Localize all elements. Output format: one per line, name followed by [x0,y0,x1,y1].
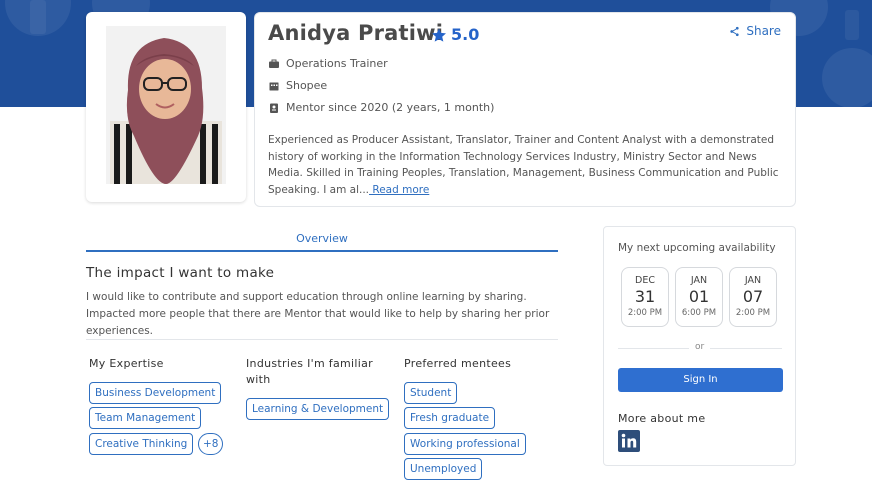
or-label: or [689,342,711,352]
availability-slot[interactable]: JAN 01 6:00 PM [675,267,723,327]
tab-bar: Overview [86,227,558,252]
mentor-name: Anidya Pratiwi [268,21,444,45]
availability-slot[interactable]: JAN 07 2:00 PM [729,267,777,327]
banner-decoration [822,48,872,107]
tab-overview[interactable]: Overview [86,232,558,245]
profile-photo-card [86,12,246,202]
more-about-me-title: More about me [618,412,706,425]
slot-day: 01 [688,287,710,306]
availability-title: My next upcoming availability [618,242,776,254]
profile-info-card: Anidya Pratiwi 5.0 Share Operations Trai… [254,12,796,207]
impact-text: I would like to contribute and support e… [86,291,550,337]
bio: Experienced as Producer Assistant, Trans… [268,132,784,198]
mentee-tag[interactable]: Working professional [404,433,526,455]
slot-time: 2:00 PM [735,308,771,318]
mentee-tag[interactable]: Unemployed [404,458,483,480]
read-more-link[interactable]: Read more [369,184,429,196]
role-row: Operations Trainer [268,57,388,70]
bio-text: Experienced as Producer Assistant, Trans… [268,134,779,196]
expertise-tag[interactable]: Business Development [89,382,222,404]
slot-month: JAN [744,275,762,286]
mentee-tag[interactable]: Fresh graduate [404,407,496,429]
industry-tag[interactable]: Learning & Development [246,398,390,420]
profile-photo [106,26,226,184]
expertise-tag[interactable]: Creative Thinking [89,433,194,455]
expertise-tag[interactable]: Team Management [89,407,202,429]
mentee-tag[interactable]: Student [404,382,458,404]
mentor-since-row: Mentor since 2020 (2 years, 1 month) [268,101,494,114]
badge-icon [270,103,278,113]
share-label: Share [746,24,781,38]
share-icon [730,26,739,36]
mentor-since-text: Mentor since 2020 (2 years, 1 month) [286,101,495,114]
rating-value: 5.0 [451,25,480,44]
industries-title: Industries I'm familiar with [246,357,373,386]
briefcase-icon [269,59,279,68]
expertise-more-button[interactable]: +8 [198,433,224,455]
role-text: Operations Trainer [286,57,388,70]
share-button[interactable]: Share [729,24,781,38]
impact-title: The impact I want to make [86,265,275,281]
company-row: Shopee [268,79,327,92]
slot-day: 31 [634,287,656,306]
slot-time: 2:00 PM [627,308,663,318]
slot-month: DEC [635,275,655,286]
expertise-title: My Expertise [89,357,164,370]
section-divider [86,339,558,340]
star-icon [432,27,446,42]
slot-time: 6:00 PM [681,308,717,318]
rating: 5.0 [431,25,479,44]
linkedin-glyph [621,433,637,448]
availability-slot[interactable]: DEC 31 2:00 PM [621,267,669,327]
slot-month: JAN [690,275,708,286]
mentees-title: Preferred mentees [404,357,512,370]
availability-card: My next upcoming availability DEC 31 2:0… [603,226,796,466]
company-text: Shopee [286,79,328,92]
building-icon [269,82,279,90]
banner-decoration [845,10,859,40]
banner-decoration [30,0,46,34]
sign-in-button[interactable]: Sign In [618,368,783,392]
linkedin-icon[interactable] [618,430,640,452]
slot-day: 07 [742,287,764,306]
